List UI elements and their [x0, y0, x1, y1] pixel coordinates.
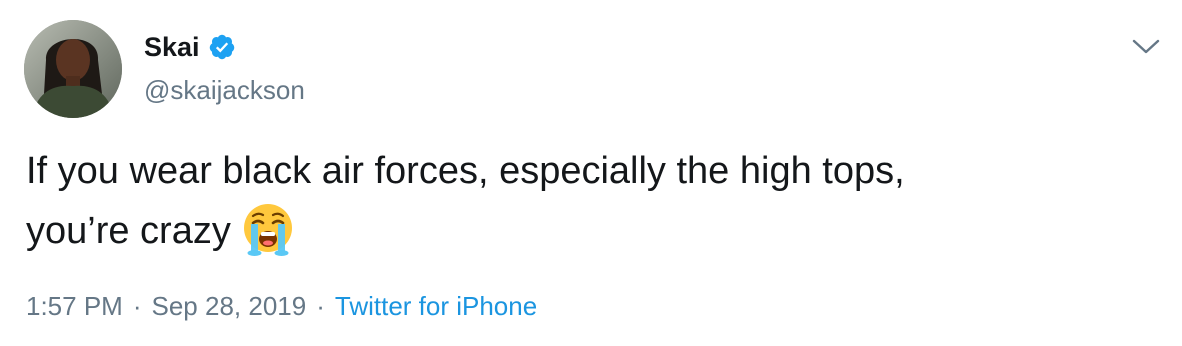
profile-photo-icon — [24, 20, 122, 118]
display-name[interactable]: Skai — [144, 28, 200, 66]
tweet-text-line-2: you’re crazy — [26, 199, 1146, 259]
user-handle[interactable]: @skaijackson — [144, 72, 305, 108]
tweet-source-link[interactable]: Twitter for iPhone — [335, 291, 537, 321]
chevron-down-icon — [1132, 39, 1160, 54]
meta-separator: · — [316, 291, 325, 321]
tweet-text-line-1: If you wear black air forces, especially… — [26, 150, 905, 192]
tweet-card: Skai @skaijackson If you wear black air … — [0, 0, 1182, 346]
tweet-menu-button[interactable] — [1126, 32, 1166, 62]
user-info: Skai @skaijackson — [144, 28, 305, 108]
verified-badge-icon — [208, 33, 236, 61]
meta-separator: · — [132, 291, 142, 321]
loudly-crying-face-icon — [239, 199, 297, 257]
tweet-text-line-2-text: you’re crazy — [26, 210, 231, 252]
tweet-text: If you wear black air forces, especially… — [26, 144, 1146, 259]
tweet-metadata: 1:57 PM · Sep 28, 2019 · Twitter for iPhone — [26, 287, 537, 325]
tweet-date[interactable]: Sep 28, 2019 — [152, 291, 307, 321]
avatar[interactable] — [24, 20, 122, 118]
name-row: Skai — [144, 28, 305, 66]
tweet-time[interactable]: 1:57 PM — [26, 291, 123, 321]
